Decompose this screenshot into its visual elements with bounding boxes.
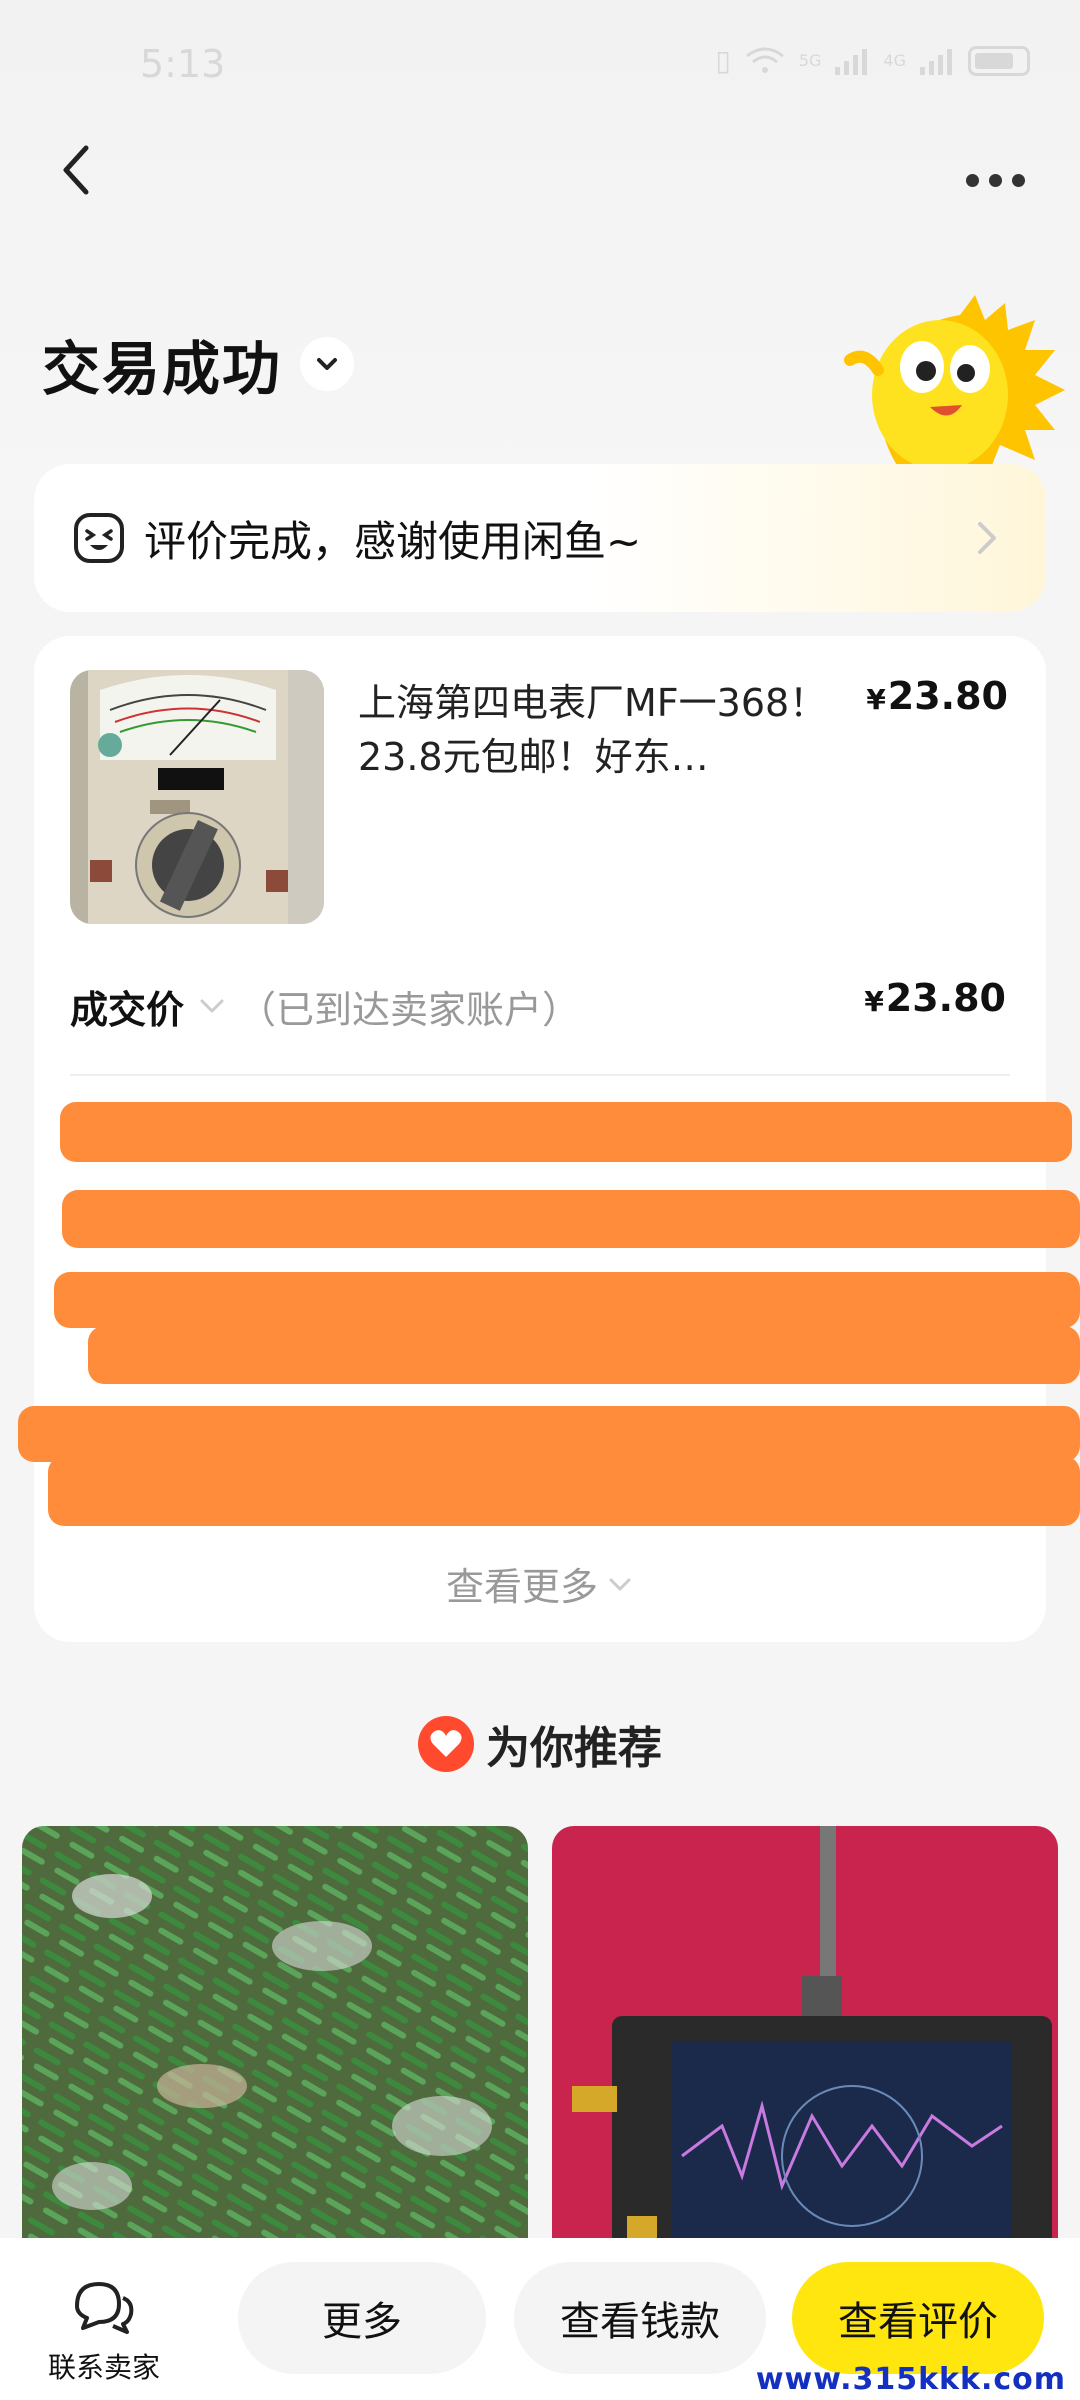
product-price-value: 23.80 [887, 674, 1008, 718]
deal-price-label: 成交价 [70, 987, 185, 1032]
title-expand-button[interactable] [300, 337, 355, 391]
battery-icon [968, 45, 1030, 76]
back-button[interactable] [50, 140, 110, 200]
chevron-down-icon [609, 1578, 631, 1590]
deal-price: ¥23.80 [864, 976, 1006, 1020]
deal-price-value: 23.80 [885, 976, 1006, 1020]
status-time: 5:13 [140, 42, 226, 86]
divider [70, 1074, 1010, 1076]
watermark: www.315kkk.com [755, 2362, 1066, 2397]
chevron-down-icon [200, 999, 224, 1013]
signal-icon [835, 48, 868, 75]
chat-bubbles-icon [75, 2282, 134, 2334]
currency-symbol: ¥ [866, 683, 886, 716]
recommend-heading: 为你推荐 [0, 1712, 1080, 1776]
heart-icon [418, 1716, 474, 1772]
product-thumbnail[interactable] [70, 670, 324, 924]
network-5g: 5G [798, 51, 822, 70]
dot-icon [965, 173, 979, 187]
redaction-bar [62, 1190, 1080, 1248]
wifi-icon [745, 47, 784, 73]
redaction-bar [88, 1326, 1080, 1384]
analyzer-device-image [552, 1826, 1058, 2246]
status-bar: 5:13 ▯ 5G 4G [0, 0, 1080, 130]
recommend-item-2[interactable] [552, 1826, 1058, 2246]
network-4g: 4G [883, 51, 906, 70]
chevron-down-icon [317, 358, 338, 370]
deal-price-row[interactable]: 成交价 （已到达卖家账户） ¥23.80 [70, 976, 1010, 1036]
smile-face-icon [74, 513, 124, 563]
review-complete-text: 评价完成，感谢使用闲鱼~ [144, 516, 642, 566]
dot-icon [988, 173, 1002, 187]
see-more-button[interactable]: 查看更多 [34, 1556, 1046, 1611]
chevron-right-icon [978, 522, 996, 554]
signal-icon-2 [920, 48, 952, 75]
redaction-bar [60, 1102, 1072, 1162]
view-money-button[interactable]: 查看钱款 [514, 2262, 766, 2374]
review-complete-banner[interactable]: 评价完成，感谢使用闲鱼~ [34, 464, 1046, 612]
vibrate-icon: ▯ [715, 44, 731, 77]
recommend-title: 为你推荐 [486, 1723, 662, 1774]
redaction-bar [48, 1456, 1080, 1526]
contact-seller-label: 联系卖家 [47, 2351, 160, 2384]
product-price: ¥23.80 [866, 674, 1008, 718]
order-card: 上海第四电表厂MF一368！23.8元包邮！好东… ¥23.80 成交价 （已到… [18, 636, 1080, 1642]
contact-seller-button[interactable]: 联系卖家 [34, 2278, 174, 2386]
fish-mascot-icon [844, 295, 1065, 470]
green-parts-image [22, 1826, 528, 2246]
page-title-row: 交易成功 [42, 322, 355, 406]
more-options-button[interactable] [950, 150, 1040, 210]
page-title: 交易成功 [42, 335, 283, 403]
product-title[interactable]: 上海第四电表厂MF一368！23.8元包邮！好东… [358, 676, 858, 786]
redaction-bar [54, 1272, 1080, 1328]
deal-price-note: （已到达卖家账户） [238, 987, 581, 1032]
redaction-bar [18, 1406, 1080, 1462]
more-button[interactable]: 更多 [238, 2262, 486, 2374]
currency-symbol: ¥ [864, 985, 884, 1018]
view-review-button[interactable]: 查看评价 [792, 2262, 1044, 2374]
chevron-left-icon [63, 145, 89, 195]
status-icons: ▯ 5G 4G [715, 44, 1030, 77]
multimeter-image [70, 670, 324, 924]
see-more-label: 查看更多 [445, 1565, 598, 1609]
heart-shape [430, 1730, 462, 1757]
recommend-item-1[interactable] [22, 1826, 528, 2246]
dot-icon [1011, 173, 1025, 187]
